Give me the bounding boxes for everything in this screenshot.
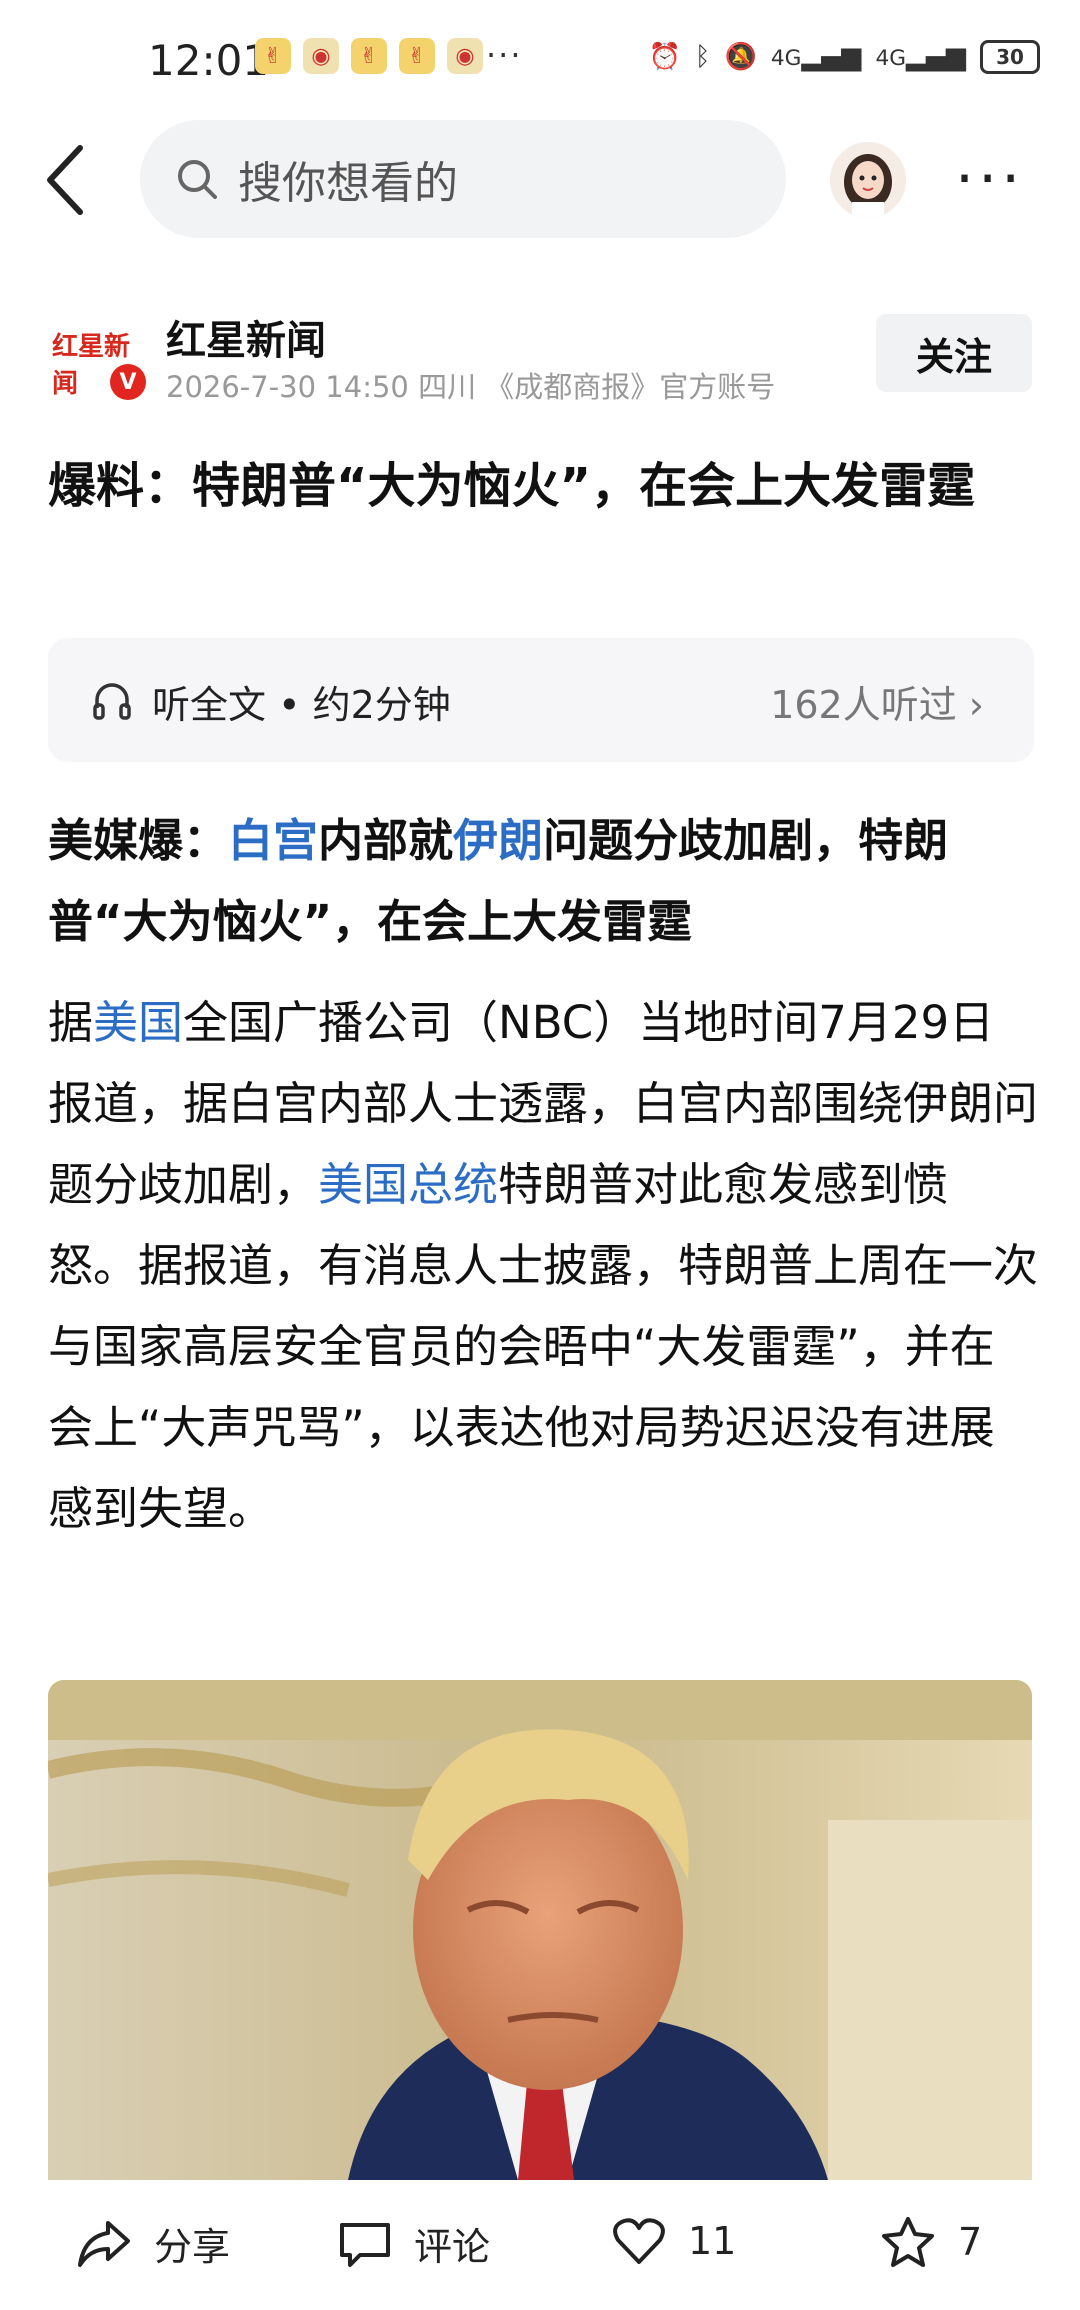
search-bar[interactable]: 搜你想看的 <box>140 120 786 238</box>
bottom-action-bar: 分享 评论 11 7 <box>0 2180 1080 2310</box>
weibo-icon: ◉ <box>447 38 483 74</box>
back-icon[interactable] <box>40 140 110 220</box>
app-notification-icon: ✌ <box>255 38 291 74</box>
favorite-button[interactable]: 7 <box>880 2216 982 2268</box>
signal-icon: 4G▂▄▆ <box>875 42 966 72</box>
entity-link[interactable]: 白宫 <box>228 814 318 867</box>
article-photo[interactable] <box>48 1680 1032 2180</box>
listen-label: 听全文 • 约2分钟 <box>152 683 451 727</box>
comment-icon <box>340 2222 390 2267</box>
listen-full-text-bar[interactable]: 听全文 • 约2分钟 162人听过 › <box>48 638 1034 762</box>
clock: 12:01 <box>148 36 270 85</box>
comment-button[interactable]: 评论 <box>338 2216 490 2271</box>
share-icon <box>78 2220 130 2267</box>
body-paragraph: 据美国全国广播公司（NBC）当地时间7月29日报道，据白宫内部人士透露，白宫内部… <box>48 982 1038 1549</box>
headphones-icon <box>93 683 131 720</box>
comment-label: 评论 <box>414 2225 491 2269</box>
entity-link[interactable]: 美国总统 <box>318 1158 498 1211</box>
more-notifications-icon: ··· <box>486 36 523 74</box>
text-run: 据 <box>48 996 94 1049</box>
more-options-icon[interactable]: ··· <box>955 144 1024 214</box>
listen-count: 162人听过 › <box>770 683 984 727</box>
heart-icon <box>613 2218 665 2264</box>
share-button[interactable]: 分享 <box>76 2216 230 2271</box>
app-notification-icon: ✌ <box>399 38 435 74</box>
battery-icon: 30 <box>980 40 1040 74</box>
bluetooth-icon: ᛒ <box>694 42 711 72</box>
author-row: 红星新闻 V 红星新闻 2026-7-30 14:50 四川 《成都商报》官方账… <box>0 300 1080 410</box>
text-run: 内部就 <box>318 814 454 867</box>
verified-badge-icon: V <box>110 364 146 400</box>
share-label: 分享 <box>154 2225 231 2269</box>
text-run: 特朗普对此愈发感到愤怒。据报道，有消息人士披露，特朗普上周在一次与国家高层安全官… <box>48 1158 1039 1535</box>
search-icon <box>178 160 217 199</box>
text-run: 美媒爆： <box>48 814 229 867</box>
entity-link[interactable]: 伊朗 <box>453 814 543 867</box>
star-icon <box>882 2217 934 2267</box>
like-button[interactable]: 11 <box>612 2216 736 2266</box>
system-icons: ⏰ ᛒ 🔕 4G▂▄▆ 4G▂▄▆ 30 <box>649 40 1040 74</box>
entity-link[interactable]: 美国 <box>93 996 183 1049</box>
signal-icon: 4G▂▄▆ <box>770 42 862 72</box>
favorite-count: 7 <box>958 2220 983 2264</box>
follow-button[interactable]: 关注 <box>876 314 1032 392</box>
search-placeholder: 搜你想看的 <box>238 158 458 209</box>
mute-icon: 🔕 <box>724 42 757 72</box>
lead-paragraph: 美媒爆：白宫内部就伊朗问题分歧加剧，特朗普“大为恼火”，在会上大发雷霆 <box>48 800 1038 962</box>
article-title: 爆料：特朗普“大为恼火”，在会上大发雷霆 <box>48 458 976 514</box>
author-name[interactable]: 红星新闻 <box>166 308 326 366</box>
avatar[interactable] <box>830 142 906 218</box>
top-bar: 搜你想看的 ··· <box>0 120 1080 240</box>
alarm-icon: ⏰ <box>648 42 681 72</box>
weibo-icon: ◉ <box>303 38 339 74</box>
status-bar: 12:01 ✌ ◉ ✌ ✌ ◉ ··· ⏰ ᛒ 🔕 4G▂▄▆ 4G▂▄▆ 30 <box>0 0 1080 120</box>
notification-icons: ✌ ◉ ✌ ✌ ◉ <box>255 38 483 74</box>
app-notification-icon: ✌ <box>351 38 387 74</box>
publish-meta: 2026-7-30 14:50 四川 《成都商报》官方账号 <box>166 370 776 404</box>
like-count: 11 <box>688 2219 737 2263</box>
